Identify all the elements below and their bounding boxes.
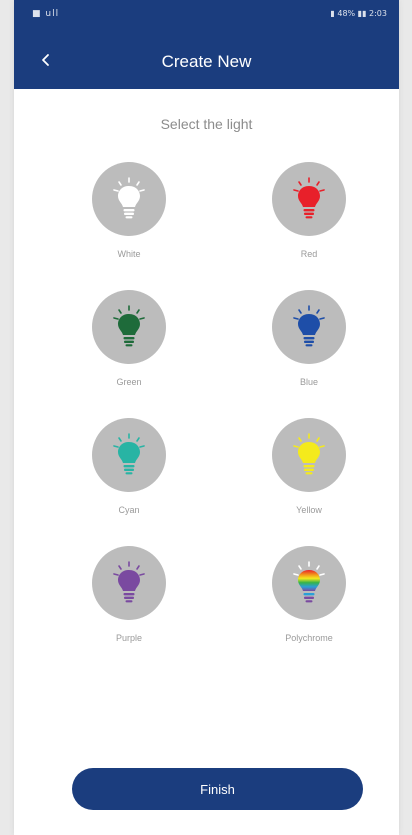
page-title: Create New: [161, 52, 252, 71]
light-option-red[interactable]: Red: [254, 162, 364, 272]
status-bar: ■ ull ▮ 48% ▮▮ 2:03: [14, 0, 399, 30]
light-option-polychrome[interactable]: Polychrome: [254, 546, 364, 656]
light-option-white[interactable]: White: [74, 162, 184, 272]
light-circle: [272, 546, 346, 620]
light-circle: [92, 290, 166, 364]
light-circle: [92, 546, 166, 620]
light-option-green[interactable]: Green: [74, 290, 184, 400]
bulb-icon: [113, 433, 145, 475]
bulb-icon: [293, 305, 325, 347]
section-subtitle: Select the light: [160, 116, 253, 132]
light-label: Green: [116, 377, 142, 387]
bulb-icon: [113, 305, 145, 347]
light-label: Purple: [115, 633, 142, 643]
finish-button[interactable]: Finish: [72, 768, 363, 810]
light-option-cyan[interactable]: Cyan: [74, 418, 184, 528]
light-option-purple[interactable]: Purple: [74, 546, 184, 656]
light-circle: [272, 290, 346, 364]
bulb-icon: [113, 177, 145, 219]
status-bar-right: ▮ 48% ▮▮ 2:03: [330, 9, 387, 18]
light-circle: [92, 418, 166, 492]
light-label: Red: [300, 249, 318, 259]
light-circle: [92, 162, 166, 236]
light-circle: [272, 162, 346, 236]
status-bar-left: ■ ull: [32, 9, 60, 19]
light-label: Cyan: [118, 505, 140, 515]
bulb-icon: [293, 177, 325, 219]
light-label: Yellow: [296, 505, 322, 515]
bulb-icon: [293, 433, 325, 475]
light-label: Blue: [299, 377, 318, 387]
light-option-blue[interactable]: Blue: [254, 290, 364, 400]
header-bar: ■ ull ▮ 48% ▮▮ 2:03 Create New: [14, 0, 399, 89]
light-circle: [272, 418, 346, 492]
bulb-icon: [293, 561, 325, 603]
light-label: White: [117, 249, 141, 259]
app-screen: ■ ull ▮ 48% ▮▮ 2:03 Create New Select th…: [14, 0, 399, 835]
light-option-yellow[interactable]: Yellow: [254, 418, 364, 528]
bulb-icon: [113, 561, 145, 603]
light-label: Polychrome: [285, 633, 333, 643]
